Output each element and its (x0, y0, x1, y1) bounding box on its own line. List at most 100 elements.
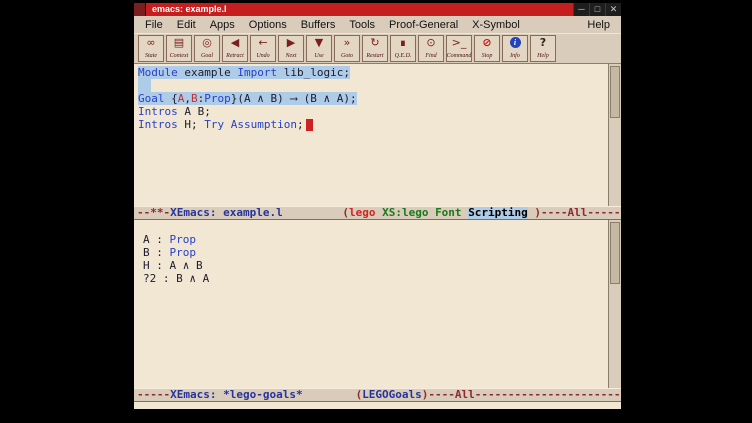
undo-button[interactable]: ←Undo (250, 35, 276, 62)
code-line: Intros A B; (138, 105, 608, 118)
goals-scrollbar-thumb[interactable] (610, 222, 620, 284)
script-modeline: --**-XEmacs: example.l (lego XS:lego Fon… (134, 206, 621, 220)
menu-proof-general[interactable]: Proof-General (382, 19, 465, 31)
toolbar-button-label: Stop (482, 53, 493, 60)
goto-icon: » (344, 37, 351, 49)
qed-icon: ∎ (400, 37, 407, 49)
echo-area[interactable] (134, 402, 621, 409)
menu-tools[interactable]: Tools (342, 19, 382, 31)
modeline-segment: Scripting (468, 206, 528, 219)
command-button[interactable]: >_Command (446, 35, 472, 62)
goals-modeline: -----XEmacs: *lego-goals* (LEGOGoals)---… (134, 388, 621, 402)
toolbar-button-label: Help (537, 53, 549, 60)
menu-help[interactable]: Help (580, 19, 617, 31)
code-line (138, 79, 608, 92)
goals-scrollbar[interactable] (608, 220, 621, 388)
modeline-segment: Font (435, 206, 462, 219)
token: B (191, 92, 198, 105)
script-scrollbar-thumb[interactable] (610, 66, 620, 118)
restart-button[interactable]: ↻ Restart (362, 35, 388, 62)
toolbar: ∞State▤Context ◎ Goal ◀ Retract ←Undo▶Next▼Us… (134, 33, 621, 64)
token: Import (237, 66, 277, 79)
line-text: Intros H; Try Assumption; (138, 118, 304, 131)
menu-buffers[interactable]: Buffers (294, 19, 343, 31)
goal-icon: ◎ (202, 37, 212, 49)
stop-icon: ⊘ (482, 37, 491, 49)
code-line: Module example Import lib_logic; (138, 66, 608, 79)
find-button[interactable]: ⊙ Find (418, 35, 444, 62)
modeline-segment: LEGOGoals (362, 388, 422, 401)
code-line: H : A ∧ B (143, 259, 608, 272)
token: B : (143, 246, 170, 259)
stop-button[interactable]: ⊘ Stop (474, 35, 500, 62)
token: A : (143, 233, 170, 246)
use-button[interactable]: ▼Use (306, 35, 332, 62)
modeline-segment: XEmacs: *lego-goals* (170, 388, 302, 401)
context-button[interactable]: ▤Context (166, 35, 192, 62)
context-icon: ▤ (174, 37, 184, 49)
toolbar-button-label: Find (425, 53, 436, 60)
xemacs-window: emacs: example.l ─ □ ✕ FileEditAppsOptio… (133, 2, 622, 410)
menu-file[interactable]: File (138, 19, 170, 31)
token: H : A ∧ B (143, 259, 203, 272)
modeline-segment: --**- (137, 206, 170, 219)
window-menu-icon[interactable] (134, 3, 146, 16)
goals-buffer[interactable]: A : PropB : PropH : A ∧ B?2 : B ∧ A (134, 220, 621, 388)
toolbar-button-label: Q.E.D. (395, 53, 412, 60)
code-line: Intros H; Try Assumption; (138, 118, 608, 131)
toolbar-button-label: Goal (201, 53, 213, 60)
help-button[interactable]: ?Help (530, 35, 556, 62)
menu-x-symbol[interactable]: X-Symbol (465, 19, 527, 31)
menu-options[interactable]: Options (242, 19, 294, 31)
command-icon: >_ (452, 37, 467, 49)
modeline-segment: lego (349, 206, 376, 219)
state-button[interactable]: ∞State (138, 35, 164, 62)
toolbar-button-label: Retract (226, 53, 244, 60)
info-button[interactable]: i Info (502, 35, 528, 62)
close-button[interactable]: ✕ (605, 3, 621, 16)
menu-apps[interactable]: Apps (203, 19, 242, 31)
retract-button[interactable]: ◀ Retract (222, 35, 248, 62)
line-text: A : Prop (143, 233, 196, 246)
modeline-segment (303, 388, 356, 401)
maximize-button[interactable]: □ (589, 3, 605, 16)
menubar-items: FileEditAppsOptionsBuffersToolsProof-Gen… (138, 19, 527, 31)
script-buffer[interactable]: Module example Import lib_logic; Goal {A… (134, 64, 621, 206)
toolbar-button-label: Info (510, 53, 520, 60)
locked-region-segment (138, 79, 151, 92)
code-line: Goal {A,B:Prop}(A ∧ B) ⟶ (B ∧ A); (138, 92, 608, 105)
modeline-segment: ( (342, 206, 349, 219)
next-button[interactable]: ▶Next (278, 35, 304, 62)
menubar: FileEditAppsOptionsBuffersToolsProof-Gen… (134, 16, 621, 33)
titlebar[interactable]: emacs: example.l ─ □ ✕ (134, 3, 621, 16)
toolbar-button-label: Restart (366, 53, 383, 60)
token: Prop (170, 233, 197, 246)
goals-buffer-text: A : PropB : PropH : A ∧ B?2 : B ∧ A (134, 220, 608, 388)
q-e-d-button[interactable]: ∎ Q.E.D. (390, 35, 416, 62)
token: }(A ∧ B) ⟶ (B ∧ A); (231, 92, 357, 105)
token: H; (178, 118, 205, 131)
modeline-segment (283, 206, 343, 219)
modeline-segment: ----All---------------------------------… (428, 388, 621, 401)
toolbar-button-label: Use (314, 53, 323, 60)
find-icon: ⊙ (426, 37, 435, 49)
token: lib_logic; (277, 66, 350, 79)
token: Module (138, 66, 178, 79)
token: Prop (170, 246, 197, 259)
goal-button[interactable]: ◎ Goal (194, 35, 220, 62)
script-scrollbar[interactable] (608, 64, 621, 206)
line-text: H : A ∧ B (143, 259, 203, 272)
toolbar-button-label: Goto (341, 53, 353, 60)
token: A B; (178, 105, 211, 118)
undo-icon: ← (258, 37, 267, 49)
minimize-button[interactable]: ─ (573, 3, 589, 16)
restart-icon: ↻ (370, 37, 379, 49)
info-icon: i (510, 37, 521, 48)
locked-region-segment: Goal {A,B:Prop}(A ∧ B) ⟶ (B ∧ A); (138, 92, 357, 105)
next-icon: ▶ (287, 37, 295, 49)
retract-icon: ◀ (231, 37, 239, 49)
token: , (184, 92, 191, 105)
modeline-segment: ) (528, 206, 541, 219)
goto-button[interactable]: » Goto (334, 35, 360, 62)
menu-edit[interactable]: Edit (170, 19, 203, 31)
